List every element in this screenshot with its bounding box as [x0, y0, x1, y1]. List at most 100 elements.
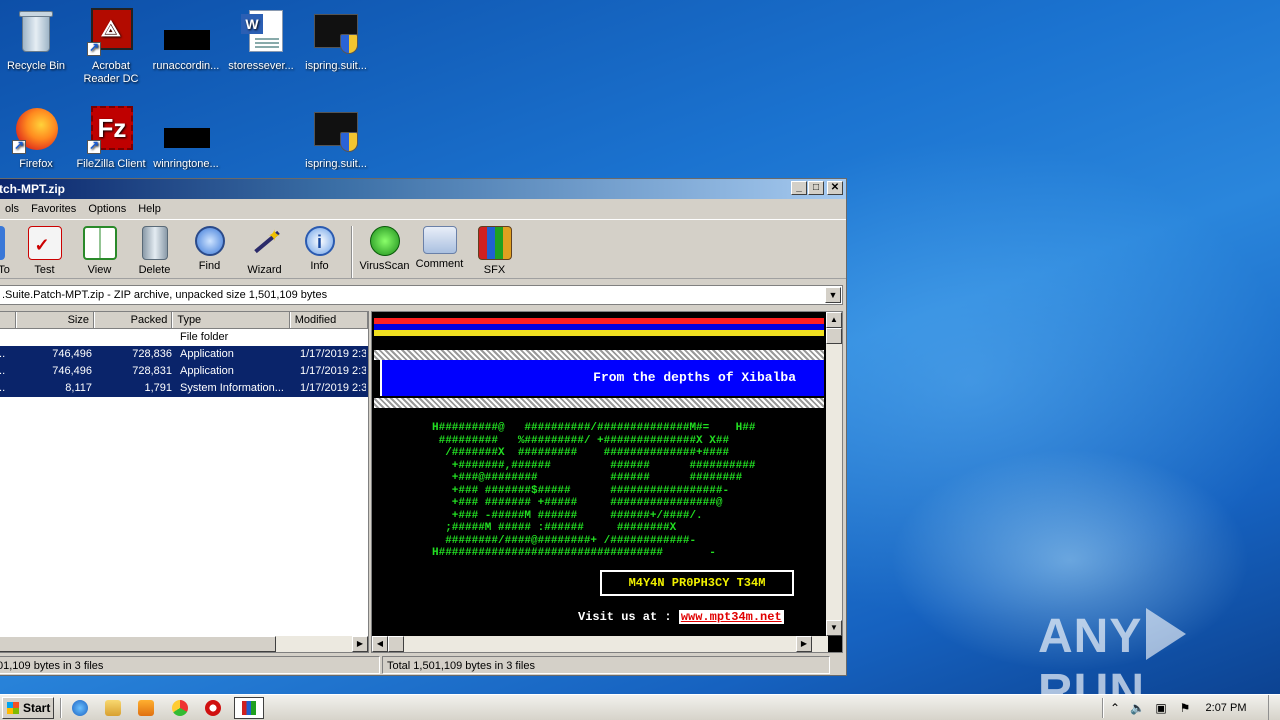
desktop-icon-label: Recycle Bin [6, 60, 66, 72]
menu-favorites[interactable]: Favorites [25, 203, 82, 215]
desktop-icon-label: runaccordin... [152, 60, 220, 72]
toolbar-comment-button[interactable]: Comment [412, 224, 467, 270]
media-player-icon[interactable] [138, 700, 154, 716]
table-row[interactable]: File folder [0, 329, 368, 346]
toolbar: To ✓ Test View Delete Find ✦ Wizard i In… [0, 219, 846, 279]
info-icon: i [304, 226, 335, 256]
column-name[interactable] [0, 312, 16, 328]
chrome-icon[interactable] [172, 700, 188, 716]
column-packed[interactable]: Packed [94, 312, 173, 328]
chevron-down-icon[interactable]: ▼ [825, 287, 841, 303]
show-hidden-icons-icon[interactable]: ⌃ [1108, 701, 1122, 715]
table-row[interactable]: ... 746,496 728,836 Application 1/17/201… [0, 346, 368, 363]
view-icon [82, 226, 117, 260]
desktop-icon-winringtone[interactable]: winringtone... [148, 106, 224, 170]
ie-icon[interactable] [72, 700, 88, 716]
desktop-icon-storessever[interactable]: W storessever... [223, 8, 299, 72]
scroll-left-icon[interactable]: ◀ [372, 636, 388, 652]
desktop-icon-acrobat[interactable]: ⟁ Acrobat Reader DC [73, 8, 149, 86]
desktop-icon-filezilla[interactable]: Fz FileZilla Client [73, 106, 149, 170]
archive-path-text: .Suite.Patch-MPT.zip - ZIP archive, unpa… [2, 289, 328, 301]
desktop-icon-ispring-1[interactable]: ispring.suit... [298, 8, 374, 72]
toolbar-info-button[interactable]: i Info [292, 224, 347, 272]
file-list-header: Size Packed Type Modified [0, 312, 369, 329]
action-center-flag-icon[interactable]: ⚑ [1178, 701, 1192, 715]
desktop-icon-ispring-2[interactable]: ispring.suit... [298, 106, 374, 170]
maximize-button[interactable]: □ [808, 181, 824, 195]
status-total: Total 1,501,109 bytes in 3 files [382, 656, 830, 674]
toolbar-view-button[interactable]: View [72, 224, 127, 276]
mpt-exe-icon [312, 106, 360, 154]
desktop-icon-runaccordin[interactable]: runaccordin... [148, 8, 224, 72]
visit-label: Visit us at : [578, 610, 672, 624]
find-icon [194, 226, 225, 256]
minimize-button[interactable]: _ [791, 181, 807, 195]
toolbar-virusscan-button[interactable]: VirusScan [357, 224, 412, 272]
toolbar-test-button[interactable]: ✓ Test [17, 224, 72, 276]
mpt-exe-icon [312, 8, 360, 56]
toolbar-wizard-button[interactable]: ✦ Wizard [237, 224, 292, 276]
scroll-up-icon[interactable]: ▲ [826, 312, 842, 328]
play-triangle-icon [1146, 608, 1187, 660]
status-bar: 01,109 bytes in 3 files Total 1,501,109 … [0, 655, 846, 675]
file-list-hscrollbar[interactable]: ▶ [0, 636, 368, 652]
menu-tools[interactable]: ols [0, 203, 25, 215]
acrobat-icon: ⟁ [87, 8, 135, 56]
opera-icon[interactable] [205, 700, 221, 716]
menu-help[interactable]: Help [132, 203, 167, 215]
virusscan-icon [369, 226, 400, 256]
delete-icon [141, 226, 168, 260]
clock[interactable]: 2:07 PM [1196, 695, 1256, 720]
close-button[interactable]: ✕ [827, 181, 843, 195]
toolbar-delete-button[interactable]: Delete [127, 224, 182, 276]
network-icon[interactable]: ▣ [1154, 701, 1168, 715]
toolbar-separator [351, 226, 353, 278]
desktop-icon-firefox[interactable]: Firefox [0, 106, 74, 170]
toolbar-sfx-button[interactable]: SFX [467, 224, 522, 276]
banner: From the depths of Xibalba [380, 360, 824, 396]
desktop-icon-label: ispring.suit... [305, 158, 367, 170]
show-desktop-button[interactable] [1268, 695, 1280, 720]
scroll-thumb[interactable] [0, 636, 276, 652]
toolbar-to-button[interactable]: To [0, 224, 17, 276]
column-modified[interactable]: Modified [289, 312, 369, 328]
taskbar-separator [60, 698, 62, 718]
window-titlebar[interactable]: tch-MPT.zip _ □ ✕ [0, 179, 846, 199]
visit-line: Visit us at : www.mpt34m.net [578, 610, 784, 624]
scroll-right-icon[interactable]: ▶ [352, 636, 368, 652]
scroll-thumb[interactable] [826, 328, 842, 344]
start-button[interactable]: Start [2, 697, 54, 719]
scroll-down-icon[interactable]: ▼ [826, 620, 842, 636]
hatch-divider [374, 398, 824, 408]
menu-options[interactable]: Options [82, 203, 132, 215]
wizard-icon: ✦ [248, 226, 282, 260]
filezilla-icon: Fz [87, 106, 135, 154]
file-list: Size Packed Type Modified File folder ..… [0, 311, 369, 653]
table-row[interactable]: ... 8,117 1,791 System Information... 1/… [0, 380, 368, 397]
archive-path-field[interactable]: .Suite.Patch-MPT.zip - ZIP archive, unpa… [0, 285, 843, 305]
taskbar-separator [1102, 698, 1104, 718]
table-row[interactable]: ... 746,496 728,831 Application 1/17/201… [0, 363, 368, 380]
website-link[interactable]: www.mpt34m.net [678, 610, 784, 624]
desktop-icon-label: winringtone... [153, 158, 219, 170]
ascii-art: H#########@ ##########/##############M#=… [432, 422, 756, 559]
desktop-icon-label: FileZilla Client [76, 158, 146, 170]
to-icon [0, 226, 5, 260]
sfx-icon [477, 226, 512, 260]
window-title: tch-MPT.zip [0, 182, 65, 196]
volume-icon[interactable]: 🔈 [1130, 701, 1145, 715]
firefox-icon [12, 106, 60, 154]
desktop-icon-label: ispring.suit... [305, 60, 367, 72]
scroll-right-icon[interactable]: ▶ [796, 636, 812, 652]
desktop-icon-recycle-bin[interactable]: Recycle Bin [0, 8, 74, 72]
taskbar-winrar-button[interactable] [234, 697, 264, 719]
preview-vscrollbar[interactable]: ▲ ▼ [826, 312, 842, 636]
toolbar-find-button[interactable]: Find [182, 224, 237, 272]
column-type[interactable]: Type [172, 312, 290, 328]
preview-hscrollbar[interactable]: ◀ ▶ [372, 636, 828, 652]
menu-bar: ols Favorites Options Help [0, 199, 846, 219]
status-selected: 01,109 bytes in 3 files [0, 656, 380, 674]
scroll-thumb[interactable] [388, 636, 404, 652]
column-size[interactable]: Size [15, 312, 94, 328]
explorer-icon[interactable] [105, 700, 121, 716]
